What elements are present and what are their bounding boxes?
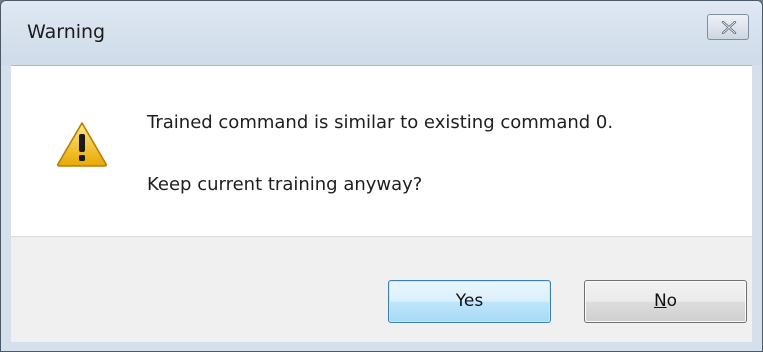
yes-button-label: Yes [455,291,484,311]
button-bar: Yes No [11,236,752,342]
message-line-1: Trained command is similar to existing c… [147,112,614,133]
window-title: Warning [27,21,106,43]
message-line-2: Keep current training anyway? [147,174,423,195]
no-button-label: o [666,291,678,311]
close-button[interactable] [707,14,749,40]
warning-dialog: Warning Trained command is similar to ex… [0,0,763,352]
no-button[interactable]: No [584,280,747,323]
yes-button[interactable]: Yes [388,280,551,323]
close-icon [721,21,737,34]
no-button-mnemonic: N [653,291,667,311]
title-bar[interactable]: Warning [1,1,762,65]
warning-icon [56,122,108,167]
message-area: Trained command is similar to existing c… [11,65,752,237]
